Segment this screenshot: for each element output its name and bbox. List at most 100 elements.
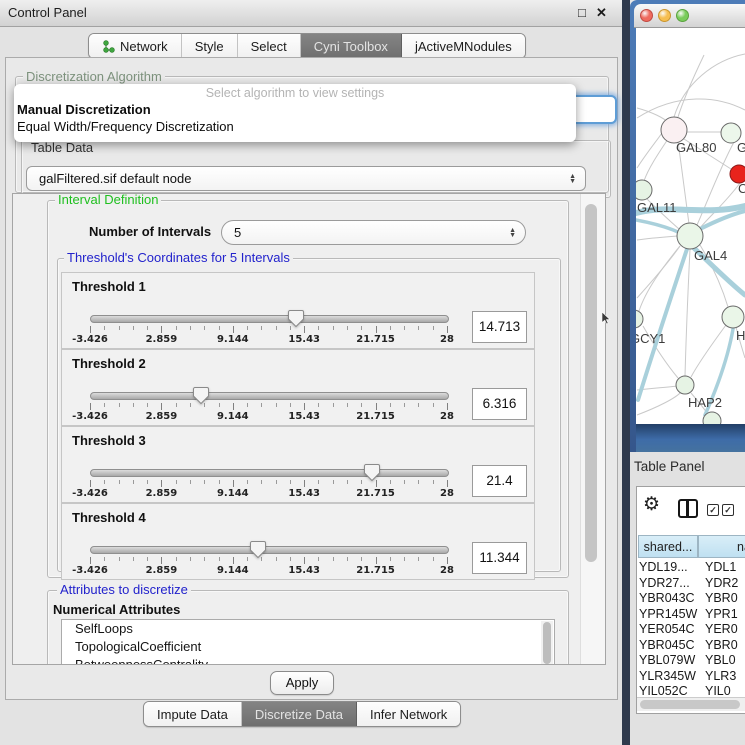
column-header-name[interactable]: na [698, 535, 745, 558]
network-node[interactable] [722, 306, 744, 328]
control-panel-window: Control Panel □ ✕ NetworkStyleSelectCyni… [0, 0, 622, 745]
network-node-label: GCY1 [636, 331, 665, 346]
popup-items: Manual DiscretizationEqual Width/Frequen… [14, 101, 576, 135]
thresholds-group-title: Threshold's Coordinates for 5 Intervals [64, 251, 293, 264]
network-node[interactable] [636, 310, 643, 328]
algorithm-dropdown-popup: Select algorithm to view settings Manual… [14, 84, 576, 142]
attributes-items: SelfLoopsTopologicalCoefficientBetweenne… [62, 620, 554, 665]
attributes-list-scrollbar[interactable] [541, 621, 553, 665]
table-row[interactable]: YER054CYER0 [637, 622, 745, 638]
threshold-value-field[interactable]: 21.4 [472, 465, 527, 497]
tab-network[interactable]: Network [89, 34, 182, 58]
network-graph[interactable]: GAL80GACGAL11GAL4GCY1HHAP2 [636, 28, 745, 424]
shared-name-cell: YDR27... [639, 576, 699, 590]
table-panel-title: Table Panel [634, 459, 705, 474]
network-node[interactable] [636, 180, 652, 200]
name-cell: YBL0 [705, 653, 745, 667]
columns-icon[interactable] [678, 499, 698, 518]
table-row[interactable]: YBL079WYBL0 [637, 653, 745, 669]
network-node-label: HAP2 [688, 395, 722, 410]
attributes-listbox[interactable]: SelfLoopsTopologicalCoefficientBetweenne… [61, 619, 555, 665]
network-node[interactable] [677, 223, 703, 249]
shared-name-cell: YPR145W [639, 607, 699, 621]
num-intervals-combo[interactable]: 5 ▲▼ [221, 220, 526, 245]
slider-handle[interactable] [192, 386, 210, 405]
table-data-combo-value: galFiltered.sif default node [39, 171, 191, 186]
slider-ticks [90, 326, 447, 334]
table-row[interactable]: YLR345WYLR3 [637, 669, 745, 685]
tab-label: Select [251, 39, 287, 54]
table-horizontal-scrollbar[interactable] [637, 697, 745, 711]
settings-scrollbar-thumb[interactable] [585, 204, 597, 562]
tab-jactivemnodules[interactable]: jActiveMNodules [402, 34, 525, 58]
name-cell: YDR2 [705, 576, 745, 590]
tab-discretize-data[interactable]: Discretize Data [242, 702, 357, 726]
table-row[interactable]: YDL19...YDL1 [637, 560, 745, 576]
network-canvas[interactable]: GAL80GACGAL11GAL4GCY1HHAP2 [636, 28, 745, 424]
slider-handle[interactable] [249, 540, 267, 559]
threshold-value-field[interactable]: 11.344 [472, 542, 527, 574]
name-cell: YIL0 [705, 684, 745, 698]
cyni-toolbox-panel: Discretization Algorithm Table Data galF… [5, 57, 618, 700]
slider-track[interactable] [90, 392, 449, 400]
table-row[interactable]: YDR27... YDR2 [637, 576, 745, 592]
network-node-label: GAL80 [676, 140, 716, 155]
tab-infer-network[interactable]: Infer Network [357, 702, 460, 726]
threshold-value-field[interactable]: 14.713 [472, 311, 527, 343]
table-data-combo[interactable]: galFiltered.sif default node ▲▼ [26, 166, 586, 191]
panel-divider[interactable] [622, 0, 630, 745]
name-cell: YBR0 [705, 591, 745, 605]
top-tab-bar: NetworkStyle Select Cyni ToolboxjActiveMNo… [88, 33, 526, 59]
interval-group-title: Interval Definition [55, 193, 161, 206]
slider-ticks [90, 557, 447, 565]
popup-item[interactable]: Manual Discretization [14, 101, 576, 118]
network-view-titlebar[interactable] [634, 4, 745, 28]
settings-scrollbar[interactable] [580, 194, 605, 664]
network-node-label: H [736, 328, 745, 343]
popup-item[interactable]: Equal Width/Frequency Discretization [14, 118, 576, 135]
close-traffic-light[interactable] [640, 9, 653, 22]
tab-impute-data[interactable]: Impute Data [144, 702, 242, 726]
table-row[interactable]: YBR045CYBR0 [637, 638, 745, 654]
tab-style[interactable]: Style [182, 34, 238, 58]
close-window-icon[interactable]: ✕ [596, 5, 607, 21]
slider-track[interactable] [90, 315, 449, 323]
table-row[interactable]: YPR145W YPR1 [637, 607, 745, 623]
checkbox-icon[interactable]: ✓ [722, 504, 734, 516]
tab-select[interactable]: Select [238, 34, 301, 58]
threshold-title: Threshold 4 [72, 510, 146, 525]
gear-icon[interactable]: ⚙ [643, 495, 660, 514]
threshold-value-field[interactable]: 6.316 [472, 388, 527, 420]
slider-track[interactable] [90, 469, 449, 477]
slider-handle[interactable] [363, 463, 381, 482]
slider-handle[interactable] [287, 309, 305, 328]
threshold-panel: Threshold 2 -3.4262.8599.14415.4321.71528… [61, 349, 535, 426]
shared-name-cell: YER054C [639, 622, 699, 636]
numerical-attributes-label: Numerical Attributes [53, 602, 180, 617]
threshold-title: Threshold 2 [72, 356, 146, 371]
attribute-list-item[interactable]: SelfLoops [62, 620, 554, 638]
checkbox-icon[interactable]: ✓ [707, 504, 719, 516]
slider-track[interactable] [90, 546, 449, 554]
slider-tick-labels: -3.4262.8599.14415.4321.71528 [90, 411, 447, 422]
minimize-traffic-light[interactable] [658, 9, 671, 22]
zoom-traffic-light[interactable] [676, 9, 689, 22]
apply-button[interactable]: Apply [270, 671, 334, 695]
network-node-label: GAL4 [694, 248, 727, 263]
combo-stepper-icon: ▲▼ [569, 174, 576, 184]
float-window-icon[interactable]: □ [578, 5, 586, 20]
shared-name-cell: YBR043C [639, 591, 699, 605]
column-header-shared-name[interactable]: shared... [638, 535, 698, 558]
slider-tick-labels: -3.4262.8599.14415.4321.71528 [90, 565, 447, 576]
mouse-cursor [602, 312, 612, 326]
name-cell: YPR1 [705, 607, 745, 621]
table-row[interactable]: YBR043C YBR0 [637, 591, 745, 607]
attribute-list-item[interactable]: TopologicalCoefficient [62, 638, 554, 656]
tab-label: Infer Network [370, 707, 447, 722]
network-node-label: C [738, 181, 745, 196]
shared-name-cell: YBR045C [639, 638, 699, 652]
slider-ticks [90, 403, 447, 411]
network-node[interactable] [676, 376, 694, 394]
attribute-list-item[interactable]: BetweennessCentrality [62, 656, 554, 665]
tab-cyni-toolbox[interactable]: Cyni Toolbox [301, 34, 402, 58]
